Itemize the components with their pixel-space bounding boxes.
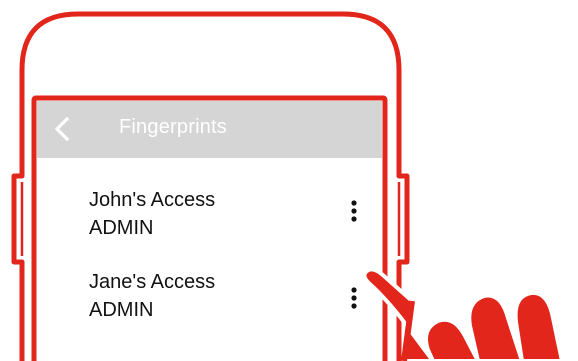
more-vert-icon[interactable]	[349, 199, 359, 225]
list-item[interactable]: Jane's Access ADMIN	[37, 271, 382, 335]
phone-screen: Fingerprints John's Access ADMIN Jane's …	[37, 101, 382, 361]
app-header: Fingerprints	[37, 101, 382, 158]
fingerprint-role: ADMIN	[89, 299, 154, 321]
chevron-left-icon[interactable]	[51, 116, 75, 142]
fingerprint-name: John's Access	[89, 189, 216, 211]
fingerprint-role: ADMIN	[89, 217, 154, 239]
page-title: Fingerprints	[119, 116, 227, 138]
more-vert-icon[interactable]	[349, 286, 359, 312]
list-item[interactable]: John's Access ADMIN	[37, 189, 382, 253]
fingerprint-name: Jane's Access	[89, 271, 216, 293]
illustration: Fingerprints John's Access ADMIN Jane's …	[0, 0, 578, 361]
